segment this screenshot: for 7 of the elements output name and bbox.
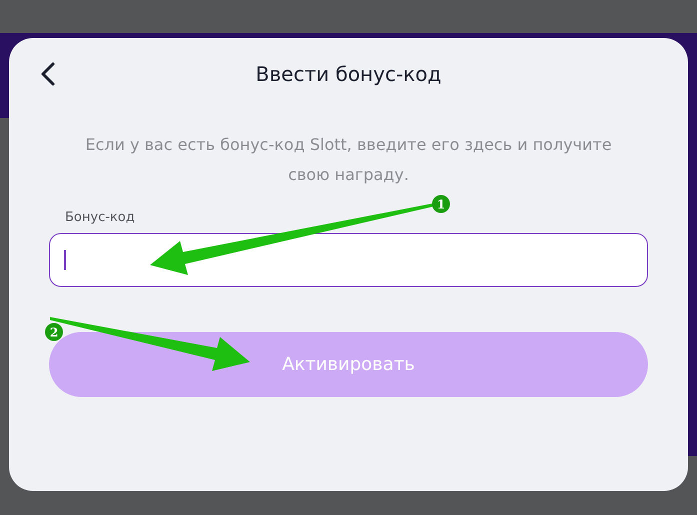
- bonus-code-field[interactable]: [49, 232, 648, 286]
- step-marker: 1: [432, 195, 450, 213]
- field-label: Бонус-код: [65, 209, 135, 227]
- text-cursor: [64, 250, 66, 270]
- step-marker: 2: [45, 323, 63, 341]
- dialog-description: Если у вас есть бонус-код Slott, введите его здесь и получите свою награду.: [84, 134, 613, 186]
- dialog-title: Ввести бонус-код: [256, 61, 442, 88]
